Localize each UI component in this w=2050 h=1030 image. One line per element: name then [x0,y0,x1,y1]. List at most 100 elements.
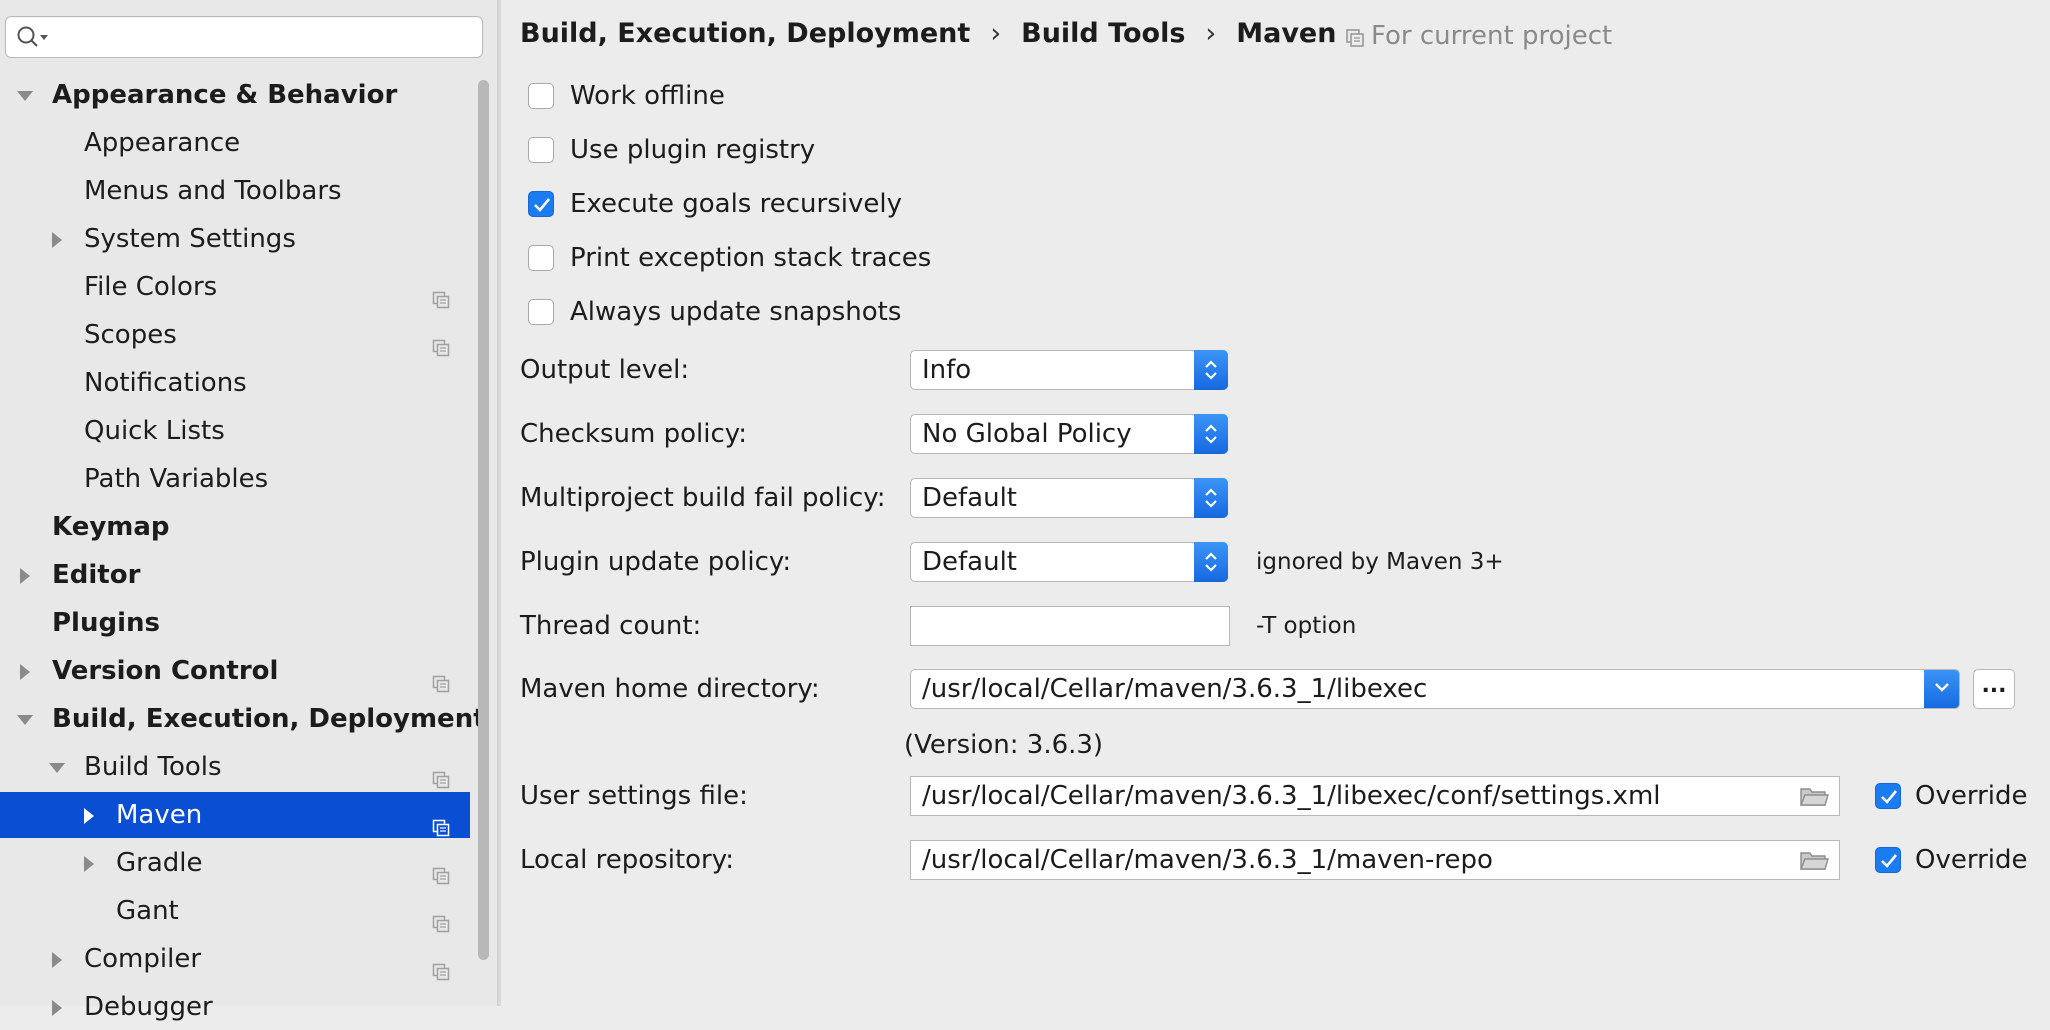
sidebar-item-compiler[interactable]: Compiler [0,936,470,982]
select-button[interactable] [1194,542,1228,582]
sidebar-item-label: Scopes [84,320,177,350]
sidebar-item-label: File Colors [84,272,218,302]
search-input[interactable] [5,16,483,58]
sidebar-item-file-colors[interactable]: File Colors [0,264,470,310]
checkbox-label: Override [1915,781,2028,811]
expanded-arrow-icon[interactable] [16,696,36,742]
checksum-policy-label: Checksum policy: [520,419,748,449]
plugin-update-hint: ignored by Maven 3+ [1256,549,1504,575]
select-value: No Global Policy [922,419,1132,449]
breadcrumb-separator: › [1205,18,1217,49]
breadcrumb-separator: › [990,18,1002,49]
sidebar-item-debugger[interactable]: Debugger [0,984,470,1030]
collapsed-arrow-icon[interactable] [48,936,68,982]
checkmark-icon [1881,790,1898,804]
browse-button[interactable]: ... [1973,669,2015,709]
sidebar-item-label: Menus and Toolbars [84,176,342,206]
select-button[interactable] [1194,414,1228,454]
expanded-arrow-icon[interactable] [16,72,36,118]
updown-chevron-icon [1205,424,1217,444]
local-repository-input[interactable]: /usr/local/Cellar/maven/3.6.3_1/maven-re… [910,840,1840,880]
folder-icon[interactable] [1799,850,1829,872]
checkbox-label: Print exception stack traces [570,243,932,273]
checksum-policy-select[interactable]: No Global Policy [910,414,1228,454]
breadcrumb-item: Maven [1236,18,1337,49]
sidebar-item-maven[interactable]: Maven [0,792,470,838]
thread-count-input[interactable] [910,606,1230,646]
checkbox-box[interactable] [528,245,554,271]
input-value: /usr/local/Cellar/maven/3.6.3_1/maven-re… [922,845,1493,875]
sidebar-item-label: Gradle [116,848,203,878]
sidebar-item-label: Debugger [84,992,213,1022]
settings-sidebar: Appearance & Behavior Appearance Menus and… [0,0,497,1022]
sidebar-item-plugins[interactable]: Plugins [0,600,470,646]
select-button[interactable] [1194,350,1228,390]
folder-icon[interactable] [1799,786,1829,808]
checkbox-box[interactable] [1875,783,1901,809]
select-button[interactable] [1194,478,1228,518]
maven-home-label: Maven home directory: [520,674,820,704]
input-value: /usr/local/Cellar/maven/3.6.3_1/libexec [922,674,1428,704]
sidebar-item-label: Path Variables [84,464,269,494]
sidebar-scrollbar[interactable] [478,80,489,960]
sidebar-item-label: Plugins [52,608,160,638]
sidebar-item-gradle[interactable]: Gradle [0,840,470,886]
sidebar-item-editor[interactable]: Editor [0,552,470,598]
expanded-arrow-icon[interactable] [48,744,68,790]
sidebar-item-menus-and-toolbars[interactable]: Menus and Toolbars [0,168,470,214]
sidebar-item-notifications[interactable]: Notifications [0,360,470,406]
fail-policy-select[interactable]: Default [910,478,1228,518]
output-level-select[interactable]: Info [910,350,1228,390]
checkmark-icon [1881,854,1898,868]
sidebar-item-path-variables[interactable]: Path Variables [0,456,470,502]
sidebar-item-label: Build Tools [84,752,222,782]
sidebar-item-appearance-behavior[interactable]: Appearance & Behavior [0,72,470,118]
checkbox-label: Override [1915,845,2028,875]
sidebar-item-label: Appearance & Behavior [52,80,398,110]
sidebar-item-system-settings[interactable]: System Settings [0,216,470,262]
sidebar-item-keymap[interactable]: Keymap [0,504,470,550]
checkmark-icon [534,198,551,212]
sidebar-item-version-control[interactable]: Version Control [0,648,470,694]
sidebar-item-label: Compiler [84,944,202,974]
sidebar-item-build-execution-deployment[interactable]: Build, Execution, Deployment [0,696,486,742]
sidebar-item-scopes[interactable]: Scopes [0,312,470,358]
checkbox-box[interactable] [528,191,554,217]
collapsed-arrow-icon[interactable] [16,552,36,598]
sidebar-item-label: Version Control [52,656,279,686]
collapsed-arrow-icon[interactable] [48,216,68,262]
checkbox-box[interactable] [528,299,554,325]
sidebar-item-label: Quick Lists [84,416,225,446]
breadcrumb: Build, Execution, Deployment › Build Tools… [520,14,1336,54]
collapsed-arrow-icon[interactable] [80,840,100,886]
sidebar-item-label: Gant [116,896,179,926]
combo-dropdown-button[interactable] [1924,670,1959,708]
sidebar-item-quick-lists[interactable]: Quick Lists [0,408,470,454]
user-settings-label: User settings file: [520,781,748,811]
thread-count-label: Thread count: [520,611,702,641]
sidebar-item-label: Appearance [84,128,241,158]
breadcrumb-item: Build Tools [1021,18,1186,49]
collapsed-arrow-icon[interactable] [16,648,36,694]
select-value: Default [922,547,1017,577]
checkbox-label: Use plugin registry [570,135,816,165]
select-value: Default [922,483,1017,513]
checkbox-box[interactable] [1875,847,1901,873]
plugin-update-policy-select[interactable]: Default [910,542,1228,582]
user-settings-input[interactable]: /usr/local/Cellar/maven/3.6.3_1/libexec/… [910,776,1840,816]
maven-home-combobox[interactable]: /usr/local/Cellar/maven/3.6.3_1/libexec [910,669,1960,709]
collapsed-arrow-icon[interactable] [80,792,100,838]
sidebar-item-label: Maven [116,800,203,830]
sidebar-item-appearance[interactable]: Appearance [0,120,470,166]
thread-count-hint: -T option [1256,613,1357,639]
maven-settings-panel: Build, Execution, Deployment › Build Tools… [500,0,2050,1006]
sidebar-item-label: System Settings [84,224,296,254]
checkbox-box[interactable] [528,83,554,109]
sidebar-item-gant[interactable]: Gant [0,888,470,934]
local-repository-label: Local repository: [520,845,734,875]
checkbox-box[interactable] [528,137,554,163]
sidebar-item-build-tools[interactable]: Build Tools [0,744,470,790]
collapsed-arrow-icon[interactable] [48,984,68,1030]
updown-chevron-icon [1205,552,1217,572]
fail-policy-label: Multiproject build fail policy: [520,483,886,513]
